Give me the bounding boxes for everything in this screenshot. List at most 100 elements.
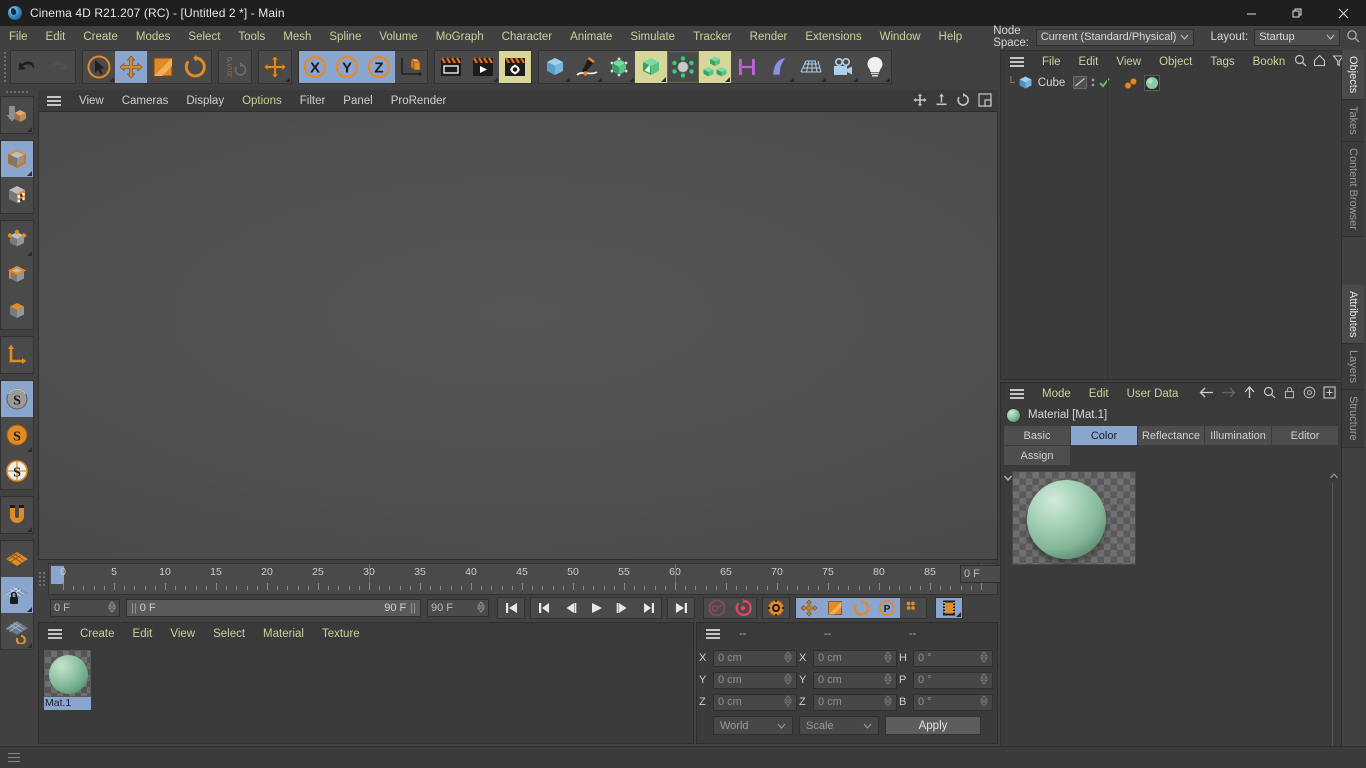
object-menu-object[interactable]: Object xyxy=(1150,51,1201,73)
add-camera-button[interactable] xyxy=(827,51,859,83)
coordinate-mode-dropdown[interactable]: Scale xyxy=(799,716,879,735)
viewport-menu-filter[interactable]: Filter xyxy=(291,90,335,112)
undo-button[interactable] xyxy=(11,51,43,83)
add-hair-button[interactable] xyxy=(731,51,763,83)
add-generator-button[interactable] xyxy=(603,51,635,83)
object-manager-tree[interactable]: └ Cube xyxy=(1001,73,1341,379)
go-to-next-keyframe-button[interactable] xyxy=(635,598,661,618)
timeline-ruler[interactable]: 051015202530354045505560657075808590 xyxy=(48,563,998,595)
spinner-icon[interactable] xyxy=(980,694,988,710)
tab-assign[interactable]: Assign xyxy=(1004,446,1070,465)
quantize-button[interactable]: S xyxy=(1,453,33,489)
scale-tool[interactable] xyxy=(147,51,179,83)
pan-viewport-icon[interactable] xyxy=(913,93,927,110)
menu-animate[interactable]: Animate xyxy=(561,26,621,48)
viewport-menu-options[interactable]: Options xyxy=(233,90,291,112)
render-view-button[interactable] xyxy=(435,51,467,83)
hamburger-menu-icon[interactable] xyxy=(1010,57,1024,67)
spinner-icon[interactable] xyxy=(784,672,792,688)
record-pla-button[interactable] xyxy=(900,598,926,618)
polygons-mode-button[interactable] xyxy=(1,293,33,329)
tab-reflectance[interactable]: Reflectance xyxy=(1138,426,1204,445)
dolly-viewport-icon[interactable] xyxy=(935,93,948,110)
menu-mograph[interactable]: MoGraph xyxy=(427,26,493,48)
add-panel-icon[interactable] xyxy=(1323,385,1336,402)
preview-range-bar[interactable]: || 0 F 90 F || xyxy=(126,599,421,617)
menu-select[interactable]: Select xyxy=(179,26,229,48)
viewport-menu-display[interactable]: Display xyxy=(177,90,233,112)
rotate-viewport-icon[interactable] xyxy=(956,93,970,110)
object-menu-file[interactable]: File xyxy=(1033,51,1070,73)
dock-tab-objects[interactable]: Objects xyxy=(1342,50,1364,101)
coord-input-pos-x[interactable]: 0 cm xyxy=(713,649,797,667)
make-editable-button[interactable] xyxy=(1,97,33,133)
attributes-menu-user-data[interactable]: User Data xyxy=(1118,383,1188,405)
up-arrow-icon[interactable] xyxy=(1243,385,1256,402)
current-frame-input[interactable]: 0 F xyxy=(50,599,120,617)
menu-simulate[interactable]: Simulate xyxy=(621,26,684,48)
dock-tab-content-browser[interactable]: Content Browser xyxy=(1342,142,1364,237)
spinner-icon[interactable] xyxy=(884,694,892,710)
menu-mesh[interactable]: Mesh xyxy=(274,26,320,48)
coord-input-rot-h[interactable]: 0 ° xyxy=(913,649,993,667)
y-axis-lock-button[interactable]: Y xyxy=(331,51,363,83)
coord-input-size-z[interactable]: 0 cm xyxy=(813,693,897,711)
menu-file[interactable]: File xyxy=(0,26,37,48)
menu-create[interactable]: Create xyxy=(74,26,127,48)
redo-button[interactable] xyxy=(43,51,75,83)
z-axis-lock-button[interactable]: Z xyxy=(363,51,395,83)
edges-mode-button[interactable] xyxy=(1,257,33,293)
menu-character[interactable]: Character xyxy=(493,26,562,48)
hamburger-menu-icon[interactable] xyxy=(706,628,720,639)
points-mode-button[interactable] xyxy=(1,221,33,257)
menu-tools[interactable]: Tools xyxy=(229,26,274,48)
render-to-picture-viewer-button[interactable] xyxy=(467,51,499,83)
node-space-dropdown[interactable]: Current (Standard/Physical) xyxy=(1035,28,1195,46)
axis-mode-button[interactable] xyxy=(1,337,33,373)
move-tool[interactable] xyxy=(115,51,147,83)
attributes-menu-edit[interactable]: Edit xyxy=(1080,383,1118,405)
rotate-tool[interactable] xyxy=(179,51,211,83)
world-coordinate-system-button[interactable] xyxy=(395,51,427,83)
psr-lock-button[interactable]: P S R xyxy=(219,51,251,83)
menu-extensions[interactable]: Extensions xyxy=(796,26,870,48)
layout-dropdown[interactable]: Startup xyxy=(1254,28,1340,46)
x-axis-lock-button[interactable]: X xyxy=(299,51,331,83)
enable-snapping-button[interactable]: S xyxy=(1,381,33,417)
viewport-menu-prorender[interactable]: ProRender xyxy=(382,90,456,112)
material-menu-view[interactable]: View xyxy=(161,623,204,645)
viewport-menu-view[interactable]: View xyxy=(70,90,113,112)
dock-tab-attributes[interactable]: Attributes xyxy=(1342,284,1364,345)
add-floor-button[interactable] xyxy=(795,51,827,83)
object-menu-bookmarks[interactable]: Bookn xyxy=(1244,51,1295,73)
viewport-menu-cameras[interactable]: Cameras xyxy=(113,90,178,112)
play-button[interactable] xyxy=(583,598,609,618)
menu-volume[interactable]: Volume xyxy=(370,26,426,48)
record-position-button[interactable] xyxy=(796,598,822,618)
snap-settings-button[interactable]: S xyxy=(1,417,33,453)
go-to-start-button[interactable] xyxy=(498,598,524,618)
tab-color[interactable]: Color xyxy=(1071,426,1137,445)
material-menu-select[interactable]: Select xyxy=(204,623,254,645)
minimize-button[interactable] xyxy=(1228,0,1274,26)
attributes-menu-mode[interactable]: Mode xyxy=(1033,383,1080,405)
search-icon[interactable] xyxy=(1346,29,1360,46)
add-deformer-button[interactable] xyxy=(667,51,699,83)
object-enabled-check-icon[interactable] xyxy=(1098,76,1111,89)
go-to-end-button[interactable] xyxy=(668,598,694,618)
apply-button[interactable]: Apply xyxy=(885,716,981,735)
attributes-scrollbar[interactable] xyxy=(1329,471,1339,763)
add-light-button[interactable] xyxy=(859,51,891,83)
add-mograph-button[interactable] xyxy=(699,51,731,83)
document-end-input[interactable]: 90 F xyxy=(427,599,489,617)
lock-workplane-button[interactable] xyxy=(1,577,33,613)
close-button[interactable] xyxy=(1320,0,1366,26)
magnet-tool-button[interactable] xyxy=(1,497,33,533)
home-icon[interactable] xyxy=(1313,54,1326,70)
material-item[interactable]: Mat.1 xyxy=(44,650,91,710)
object-visibility-toggle[interactable] xyxy=(1073,76,1088,89)
menu-help[interactable]: Help xyxy=(930,26,972,48)
coord-input-pos-z[interactable]: 0 cm xyxy=(713,693,797,711)
object-row-cube[interactable]: └ Cube xyxy=(1001,73,1341,92)
dock-tab-structure[interactable]: Structure xyxy=(1342,390,1364,449)
